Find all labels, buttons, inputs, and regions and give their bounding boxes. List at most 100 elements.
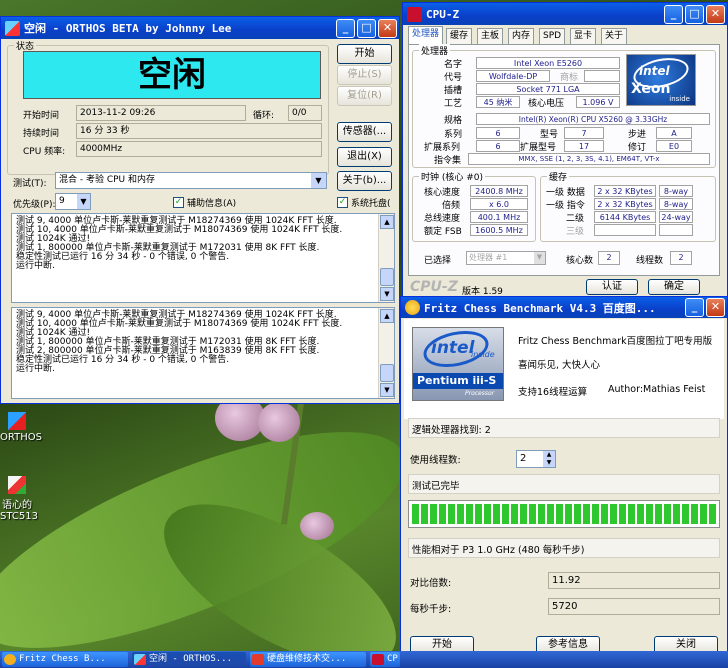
fritz-titlebar[interactable]: Fritz Chess Benchmark V4.3 百度图... _ ✕ bbox=[401, 297, 727, 318]
multiplier-label: 倍频 bbox=[442, 201, 461, 211]
ratio-value: 11.92 bbox=[548, 572, 720, 589]
log-panel-top[interactable]: 测试 9, 4000 单位卢卡斯-莱默重复测试于 M18274369 使用 10… bbox=[11, 213, 395, 303]
desktop-icon-orthos[interactable]: ORTHOS bbox=[0, 412, 42, 443]
test-select[interactable]: 混合 - 考验 CPU 和内存 ▼ bbox=[55, 172, 327, 189]
orthos-app-icon bbox=[8, 412, 26, 430]
codename-label: 代号 bbox=[444, 73, 463, 83]
selection-label: 已选择 bbox=[424, 256, 452, 266]
cpuz-app-icon bbox=[407, 6, 422, 22]
tab-mainboard[interactable]: 主板 bbox=[477, 28, 504, 44]
close-button[interactable]: ✕ bbox=[706, 298, 725, 317]
taskbar-item-browser[interactable]: 硬盘维修技术交... bbox=[250, 652, 366, 667]
start-time-label: 开始时间 bbox=[23, 111, 60, 121]
log-line: 稳定性测试已运行 16 分 34 秒 - 0 个错误, 0 个警告. bbox=[16, 252, 230, 262]
cpuz-logo: CPU-Z bbox=[410, 279, 458, 295]
ext-family-value: 6 bbox=[476, 140, 520, 152]
taskbar-item-label: Fritz Chess B... bbox=[19, 654, 106, 664]
family-value: 6 bbox=[476, 127, 520, 139]
l1i-label: 一级 指令 bbox=[546, 201, 585, 211]
window-title: Fritz Chess Benchmark V4.3 百度图... bbox=[424, 301, 656, 315]
sensors-button[interactable]: 传感器(... bbox=[337, 122, 392, 142]
badge-product-band: Pentium iii-S bbox=[413, 373, 503, 389]
validate-button[interactable]: 认证 bbox=[586, 279, 638, 295]
ok-button[interactable]: 确定 bbox=[648, 279, 700, 295]
loop-field: 0/0 bbox=[288, 105, 322, 121]
scrollbar-thumb[interactable] bbox=[380, 364, 394, 382]
maximize-button[interactable]: □ bbox=[685, 4, 704, 24]
l1i-value: 2 x 32 KBytes bbox=[594, 198, 656, 210]
fritz-tagline: 喜闻乐见, 大快人心 bbox=[518, 360, 601, 371]
minimize-button[interactable]: _ bbox=[336, 18, 355, 38]
cpuz-titlebar[interactable]: CPU-Z _ □ ✕ bbox=[403, 3, 727, 25]
log-panel-bottom[interactable]: 测试 9, 4000 单位卢卡斯-莱默重复测试于 M18274369 使用 10… bbox=[11, 307, 395, 399]
tech-value: 45 纳米 bbox=[476, 96, 520, 108]
l1d-value: 2 x 32 KBytes bbox=[594, 185, 656, 197]
about-button[interactable]: 关于(b)... bbox=[337, 171, 392, 191]
systray-checkbox[interactable]: ✓ 系统托盘( bbox=[337, 196, 391, 209]
minimize-button[interactable]: _ bbox=[664, 4, 683, 24]
spec-value: Intel(R) Xeon(R) CPU X5260 @ 3.33GHz bbox=[476, 113, 710, 125]
badge-inside: inside bbox=[471, 350, 495, 359]
bus-speed-value: 400.1 MHz bbox=[470, 211, 528, 223]
spin-up-icon[interactable]: ▲ bbox=[543, 451, 555, 459]
chevron-down-icon[interactable]: ▼ bbox=[534, 252, 545, 264]
systray-label: 系统托盘( bbox=[351, 199, 391, 209]
tab-processor[interactable]: 处理器 bbox=[408, 26, 444, 45]
scrollbar-thumb[interactable] bbox=[380, 268, 394, 286]
priority-label: 优先级(P): bbox=[13, 200, 56, 210]
l1i-way-value: 8-way bbox=[659, 198, 693, 210]
exit-button[interactable]: 退出(X) bbox=[337, 147, 392, 167]
chevron-down-icon[interactable]: ▼ bbox=[77, 194, 90, 209]
tab-spd[interactable]: SPD bbox=[539, 28, 566, 44]
tab-about[interactable]: 关于 bbox=[601, 28, 628, 44]
badge-brand: intel bbox=[431, 338, 475, 358]
status-display: 空闲 bbox=[23, 51, 321, 99]
log-scrollbar[interactable]: ▲ ▼ bbox=[378, 214, 394, 302]
taskbar-item-fritz[interactable]: Fritz Chess B... bbox=[2, 652, 128, 667]
ext-family-label: 扩展系列 bbox=[424, 143, 461, 153]
maximize-button[interactable]: □ bbox=[357, 18, 376, 38]
family-label: 系列 bbox=[444, 130, 463, 140]
start-button[interactable]: 开始 bbox=[337, 44, 392, 64]
selection-select[interactable]: 处理器 #1 ▼ bbox=[466, 251, 546, 265]
tab-graphics[interactable]: 显卡 bbox=[570, 28, 597, 44]
badge-product: Xeon bbox=[631, 81, 671, 97]
tab-cache[interactable]: 缓存 bbox=[446, 28, 473, 44]
threads-spinner[interactable]: 2 ▲ ▼ bbox=[516, 450, 556, 468]
tab-memory[interactable]: 内存 bbox=[508, 28, 535, 44]
scroll-down-arrow-icon[interactable]: ▼ bbox=[380, 287, 394, 301]
tech-label: 工艺 bbox=[444, 99, 463, 109]
logical-found-text: 逻辑处理器找到: 2 bbox=[412, 425, 491, 436]
scroll-up-arrow-icon[interactable]: ▲ bbox=[380, 309, 394, 323]
intel-xeon-badge: intel Xeon inside bbox=[626, 53, 696, 106]
orthos-titlebar[interactable]: 空闲 - ORTHOS BETA by Johnny Lee _ □ ✕ bbox=[1, 17, 399, 39]
close-button[interactable]: ✕ bbox=[378, 18, 397, 38]
reset-button[interactable]: 复位(R) bbox=[337, 86, 392, 106]
model-value: 7 bbox=[564, 127, 604, 139]
duration-label: 持续时间 bbox=[23, 129, 60, 139]
window-title: CPU-Z bbox=[426, 7, 460, 21]
scroll-up-arrow-icon[interactable]: ▲ bbox=[380, 215, 394, 229]
test-select-value: 混合 - 考验 CPU 和内存 bbox=[59, 175, 155, 185]
log-scrollbar[interactable]: ▲ ▼ bbox=[378, 308, 394, 398]
close-button[interactable]: ✕ bbox=[706, 4, 725, 24]
ratio-label: 对比倍数: bbox=[410, 578, 452, 589]
checkmark-icon: ✓ bbox=[337, 197, 348, 208]
desktop-icon-shortcut[interactable]: 语心的 STC513 bbox=[0, 476, 38, 522]
minimize-button[interactable]: _ bbox=[685, 298, 704, 317]
priority-select[interactable]: 9 ▼ bbox=[55, 193, 91, 210]
group-title: 缓存 bbox=[547, 170, 570, 183]
duration-field: 16 分 33 秒 bbox=[76, 123, 322, 139]
log-line: 运行中断. bbox=[16, 261, 55, 271]
scroll-down-arrow-icon[interactable]: ▼ bbox=[380, 383, 394, 397]
status-text: 测试已完毕 bbox=[412, 481, 460, 492]
revision-value: E0 bbox=[656, 140, 692, 152]
chevron-down-icon[interactable]: ▼ bbox=[311, 173, 326, 188]
stop-button[interactable]: 停止(S) bbox=[337, 65, 392, 85]
spin-down-icon[interactable]: ▼ bbox=[543, 459, 555, 467]
desktop-icon-label: STC513 bbox=[0, 511, 38, 522]
aux-info-checkbox[interactable]: ✓ 辅助信息(A) bbox=[173, 196, 236, 209]
taskbar-item-cpuz[interactable]: CP bbox=[370, 652, 400, 667]
taskbar-item-orthos[interactable]: 空闲 - ORTHOS... bbox=[132, 652, 246, 667]
orthos-window[interactable]: 空闲 - ORTHOS BETA by Johnny Lee _ □ ✕ 状态 … bbox=[0, 16, 400, 404]
